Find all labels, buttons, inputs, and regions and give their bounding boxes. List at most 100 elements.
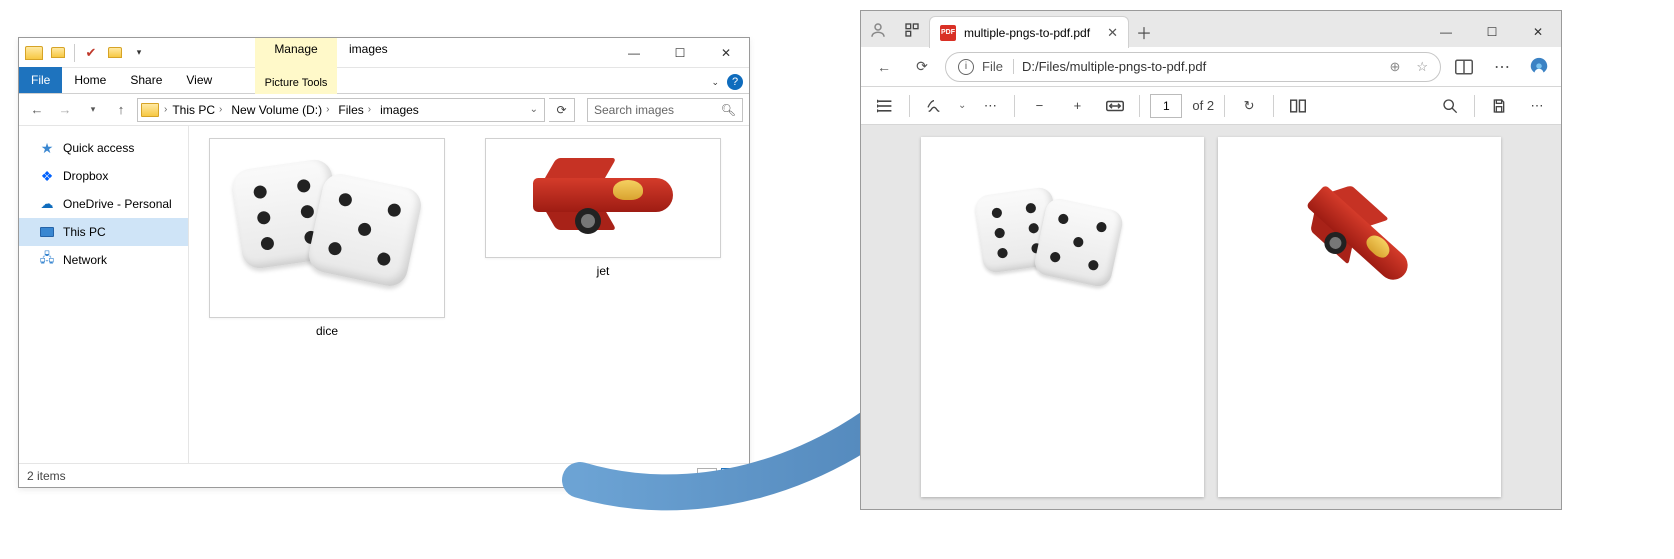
nav-label: This PC: [63, 225, 106, 239]
back-button[interactable]: ←: [25, 98, 49, 122]
breadcrumb-seg-files[interactable]: Files›: [334, 99, 375, 121]
settings-menu-icon[interactable]: ⋯: [1487, 52, 1517, 82]
file-label: dice: [316, 324, 338, 338]
collapse-ribbon-icon[interactable]: ⌄: [711, 77, 719, 88]
picture-tools-label: Picture Tools: [265, 77, 328, 89]
file-item-jet[interactable]: jet: [485, 138, 721, 278]
status-text: 2 items: [27, 469, 66, 483]
star-icon: ★: [39, 140, 55, 156]
network-icon: 🖧: [39, 252, 55, 268]
page-total: of 2: [1192, 98, 1214, 113]
nav-this-pc[interactable]: This PC: [19, 218, 188, 246]
toolbar-separator: [909, 95, 910, 117]
ribbon-tab-home[interactable]: Home: [62, 67, 118, 93]
edge-titlebar: PDF multiple-pngs-to-pdf.pdf ✕ ＋ — ☐ ✕: [861, 11, 1561, 47]
thumbnail-dice: [209, 138, 445, 318]
dropbox-icon: ❖: [39, 168, 55, 184]
edge-refresh-button[interactable]: ⟳: [907, 52, 937, 82]
breadcrumb-dropdown-icon[interactable]: ⌄: [530, 104, 544, 115]
reading-mode-icon[interactable]: ⊕: [1389, 59, 1400, 75]
tab-close-icon[interactable]: ✕: [1107, 25, 1118, 41]
close-button[interactable]: ✕: [703, 38, 749, 68]
toolbar-menu-icon[interactable]: ⋯: [1523, 92, 1551, 120]
nav-quick-access[interactable]: ★ Quick access: [19, 134, 188, 162]
qat-dropdown-icon[interactable]: ▾: [128, 42, 150, 64]
address-bar[interactable]: i File D:/Files/multiple-pngs-to-pdf.pdf…: [945, 52, 1441, 82]
details-view-icon[interactable]: ≡: [697, 468, 717, 484]
toolbar-separator: [1139, 95, 1140, 117]
breadcrumb-seg-images[interactable]: images: [376, 99, 423, 121]
nav-label: Quick access: [63, 141, 134, 155]
ribbon-tab-view[interactable]: View: [174, 67, 224, 93]
more-tools-icon[interactable]: ⋯: [976, 92, 1004, 120]
edge-back-button[interactable]: ←: [869, 52, 899, 82]
ribbon-tabs: Manage Picture Tools images File Home Sh…: [19, 68, 749, 94]
profile-icon[interactable]: [861, 13, 895, 47]
favorite-icon[interactable]: ☆: [1416, 59, 1428, 75]
content-pane: dice jet: [189, 126, 749, 463]
thumbnail-jet: [485, 138, 721, 258]
nav-network[interactable]: 🖧 Network: [19, 246, 188, 274]
edge-browser-window: PDF multiple-pngs-to-pdf.pdf ✕ ＋ — ☐ ✕ ←…: [860, 10, 1562, 510]
maximize-button[interactable]: ☐: [657, 38, 703, 68]
file-item-dice[interactable]: dice: [209, 138, 445, 338]
edge-maximize-button[interactable]: ☐: [1469, 17, 1515, 47]
browser-tab[interactable]: PDF multiple-pngs-to-pdf.pdf ✕: [929, 16, 1129, 48]
help-icon[interactable]: ?: [727, 74, 743, 90]
search-placeholder: Search images: [594, 103, 674, 117]
nav-onedrive[interactable]: ☁ OneDrive - Personal: [19, 190, 188, 218]
forward-button[interactable]: →: [53, 98, 77, 122]
save-icon[interactable]: [1485, 92, 1513, 120]
url-scheme: File: [982, 59, 1014, 74]
edge-window-controls: — ☐ ✕: [1423, 17, 1561, 47]
copilot-icon[interactable]: [1525, 53, 1553, 81]
ribbon-tab-file[interactable]: File: [19, 67, 62, 93]
quick-access-toolbar: ✔ ▾: [19, 42, 150, 64]
breadcrumb-root-chevron[interactable]: ›: [164, 104, 167, 115]
rotate-icon[interactable]: ↻: [1235, 92, 1263, 120]
window-title: images: [349, 42, 388, 56]
fit-width-icon[interactable]: [1101, 92, 1129, 120]
page-number-input[interactable]: [1150, 94, 1182, 118]
page-view-icon[interactable]: [1284, 92, 1312, 120]
explorer-body: ★ Quick access ❖ Dropbox ☁ OneDrive - Pe…: [19, 126, 749, 463]
tab-title: multiple-pngs-to-pdf.pdf: [964, 26, 1090, 40]
contextual-tab-manage[interactable]: Manage Picture Tools: [255, 38, 337, 94]
search-icon: 🔍︎: [721, 103, 736, 117]
edge-minimize-button[interactable]: —: [1423, 17, 1469, 47]
edge-toolbar: ← ⟳ i File D:/Files/multiple-pngs-to-pdf…: [861, 47, 1561, 87]
toolbar-separator: [1273, 95, 1274, 117]
zoom-in-button[interactable]: +: [1063, 92, 1091, 120]
minimize-button[interactable]: —: [611, 38, 657, 68]
new-tab-button[interactable]: ＋: [1129, 17, 1159, 47]
breadcrumb-seg-volume[interactable]: New Volume (D:)›: [227, 99, 333, 121]
up-button[interactable]: ↑: [109, 98, 133, 122]
thumbnails-view-icon[interactable]: ◫: [721, 468, 741, 484]
edge-close-button[interactable]: ✕: [1515, 17, 1561, 47]
contents-icon[interactable]: [871, 92, 899, 120]
ribbon-tab-share[interactable]: Share: [118, 67, 174, 93]
draw-icon[interactable]: [920, 92, 948, 120]
recent-locations-button[interactable]: ▾: [81, 98, 105, 122]
zoom-out-button[interactable]: −: [1025, 92, 1053, 120]
dice-image: [227, 158, 427, 298]
site-info-icon[interactable]: i: [958, 59, 974, 75]
draw-dropdown-icon[interactable]: ⌄: [958, 100, 966, 111]
window-controls: — ☐ ✕: [611, 38, 749, 68]
navigation-pane: ★ Quick access ❖ Dropbox ☁ OneDrive - Pe…: [19, 126, 189, 463]
pdf-page-2: [1218, 137, 1501, 497]
breadcrumb[interactable]: › This PC› New Volume (D:)› Files› image…: [137, 98, 545, 122]
search-input[interactable]: Search images 🔍︎: [587, 98, 743, 122]
onedrive-icon: ☁: [39, 196, 55, 212]
new-folder-small-icon[interactable]: [104, 42, 126, 64]
pdf-surface[interactable]: [861, 125, 1561, 509]
nav-label: Dropbox: [63, 169, 108, 183]
refresh-button[interactable]: ⟳: [549, 98, 575, 122]
workspaces-icon[interactable]: [895, 13, 929, 47]
thispc-icon: [39, 224, 55, 240]
nav-dropbox[interactable]: ❖ Dropbox: [19, 162, 188, 190]
find-icon[interactable]: [1436, 92, 1464, 120]
breadcrumb-seg-thispc[interactable]: This PC›: [168, 99, 226, 121]
properties-check-icon[interactable]: ✔: [80, 42, 102, 64]
split-screen-icon[interactable]: [1449, 52, 1479, 82]
